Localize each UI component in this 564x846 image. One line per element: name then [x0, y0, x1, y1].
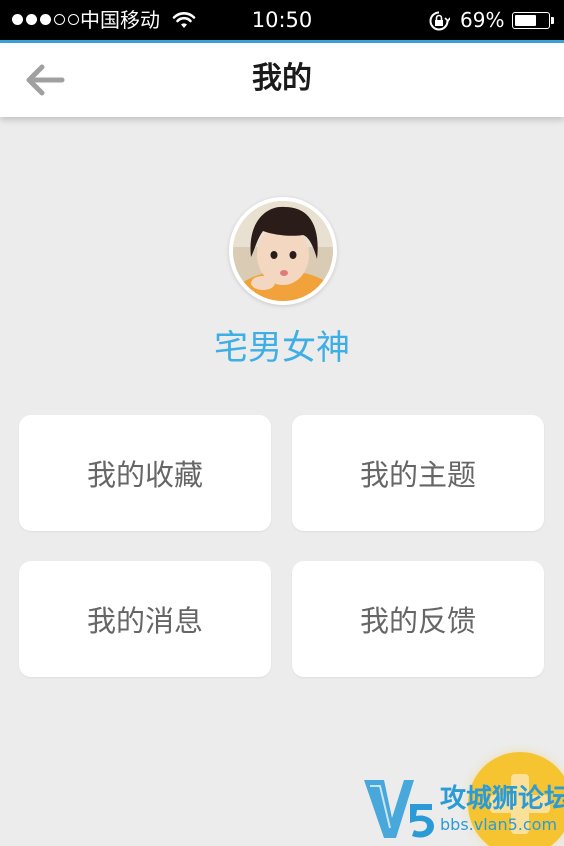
- battery-percent: 69%: [460, 8, 505, 32]
- user-avatar-icon: [231, 199, 335, 303]
- v5-logo: [364, 780, 434, 838]
- my-favorites-button[interactable]: 我的收藏: [19, 415, 271, 531]
- my-page: 中国移动 10:50 69% 我的 宅男女神 我的收藏 我的主题 我的消息 我的…: [0, 0, 564, 846]
- watermark-url: bbs.vlan5.com: [440, 815, 558, 834]
- page-title: 我的: [252, 61, 312, 96]
- username[interactable]: 宅男女神: [0, 326, 564, 370]
- nav-bar: 我的: [0, 43, 564, 117]
- my-messages-button[interactable]: 我的消息: [19, 561, 271, 677]
- watermark: 攻城狮论坛 bbs.vlan5.com: [362, 776, 564, 842]
- menu-item-label: 我的收藏: [86, 458, 203, 492]
- avatar[interactable]: [229, 197, 337, 305]
- my-feedback-button[interactable]: 我的反馈: [292, 561, 544, 677]
- battery-tip: [551, 17, 554, 24]
- my-topics-button[interactable]: 我的主题: [292, 415, 544, 531]
- watermark-name: 攻城狮论坛: [440, 784, 564, 814]
- status-bar: 中国移动 10:50 69%: [0, 0, 564, 40]
- rotation-lock-icon: [429, 11, 450, 31]
- menu-item-label: 我的消息: [86, 604, 203, 638]
- battery-icon: [512, 12, 550, 29]
- menu-item-label: 我的反馈: [359, 604, 476, 638]
- battery-fill: [515, 15, 536, 26]
- menu-item-label: 我的主题: [359, 458, 476, 492]
